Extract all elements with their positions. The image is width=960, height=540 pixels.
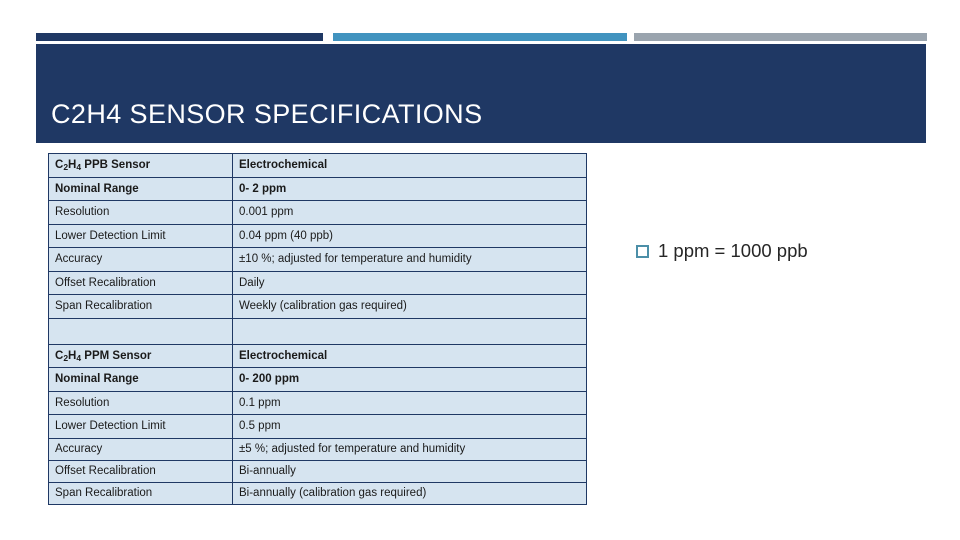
table-cell-value: 0.001 ppm: [232, 200, 587, 225]
table-row: Resolution 0.001 ppm: [48, 200, 587, 225]
table-cell-label: Span Recalibration: [48, 481, 233, 505]
table-cell-label: Resolution: [48, 390, 233, 415]
accent-bar-blue: [333, 33, 627, 41]
table-row: Offset Recalibration Daily: [48, 270, 587, 295]
conversion-note-text: 1 ppm = 1000 ppb: [658, 240, 808, 261]
table-row: Nominal Range 0- 2 ppm: [48, 176, 587, 201]
table-cell-label: Nominal Range: [48, 367, 233, 392]
table-row: Accuracy ±5 %; adjusted for temperature a…: [48, 437, 587, 461]
table-cell-value: ±5 %; adjusted for temperature and humid…: [232, 437, 587, 461]
table-cell-label: Resolution: [48, 200, 233, 225]
table-row: Lower Detection Limit 0.5 ppm: [48, 414, 587, 439]
table-cell-value: 0- 200 ppm: [232, 367, 587, 392]
table-cell-value: Bi-annually: [232, 459, 587, 483]
table-cell-value: 0.04 ppm (40 ppb): [232, 223, 587, 248]
table-cell-value: Bi-annually (calibration gas required): [232, 481, 587, 505]
table-cell-value: 0.1 ppm: [232, 390, 587, 415]
table-cell-value: Daily: [232, 270, 587, 295]
table-cell-label: Accuracy: [48, 437, 233, 461]
table-row: Accuracy ±10 %; adjusted for temperature …: [48, 247, 587, 272]
table-cell-value: [232, 317, 587, 345]
conversion-note: 1 ppm = 1000 ppb: [636, 240, 808, 262]
table-cell-value: 0.5 ppm: [232, 414, 587, 439]
table-cell-label: Accuracy: [48, 247, 233, 272]
table-cell-label: Lower Detection Limit: [48, 223, 233, 248]
table-row: Nominal Range 0- 200 ppm: [48, 367, 587, 392]
accent-bar-gray: [634, 33, 927, 41]
table-cell-label: Nominal Range: [48, 176, 233, 201]
table-row: Span Recalibration Bi-annually (calibrati…: [48, 481, 587, 505]
table-row: Offset Recalibration Bi-annually: [48, 459, 587, 483]
table-cell-label: Lower Detection Limit: [48, 414, 233, 439]
hollow-square-bullet-icon: [636, 244, 649, 258]
table-cell-value: 0- 2 ppm: [232, 176, 587, 201]
table-row: Lower Detection Limit 0.04 ppm (40 ppb): [48, 223, 587, 248]
page-title: C2H4 SENSOR SPECIFICATIONS: [51, 99, 483, 129]
table-cell-value: Weekly (calibration gas required): [232, 294, 587, 319]
accent-bar-navy: [36, 33, 323, 41]
sensor-specifications-table: C2H4 PPB Sensor Electrochemical Nominal Ra…: [48, 153, 587, 505]
table-cell-label: Offset Recalibration: [48, 270, 233, 295]
title-banner: C2H4 SENSOR SPECIFICATIONS: [36, 44, 926, 143]
table-row: Span Recalibration Weekly (calibration ga…: [48, 294, 587, 319]
table-cell-label: C2H4 PPM Sensor: [48, 343, 233, 368]
top-accent-bars: [0, 33, 960, 41]
table-row: C2H4 PPB Sensor Electrochemical: [48, 153, 587, 178]
table-cell-value: Electrochemical: [232, 153, 587, 178]
table-cell-label: Span Recalibration: [48, 294, 233, 319]
table-cell-label: C2H4 PPB Sensor: [48, 153, 233, 178]
table-cell-value: ±10 %; adjusted for temperature and humi…: [232, 247, 587, 272]
table-cell-label: Offset Recalibration: [48, 459, 233, 483]
table-row: Resolution 0.1 ppm: [48, 390, 587, 415]
table-row: [48, 317, 587, 345]
table-cell-label: [48, 317, 233, 345]
table-cell-value: Electrochemical: [232, 343, 587, 368]
table-row: C2H4 PPM Sensor Electrochemical: [48, 343, 587, 368]
